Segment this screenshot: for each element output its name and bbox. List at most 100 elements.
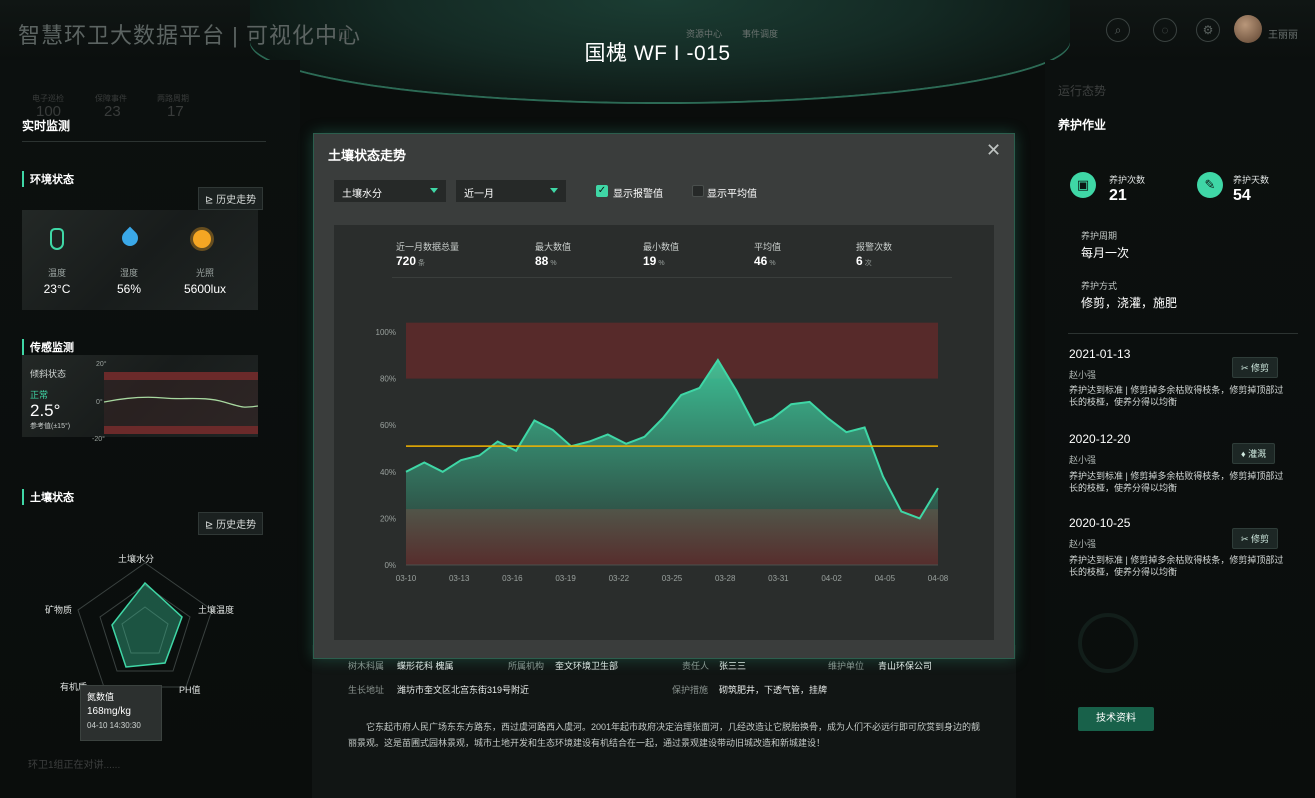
humidity-label: 湿度 [119, 268, 138, 278]
x-tick-label: 04-05 [875, 574, 896, 583]
soil-history-button[interactable]: ⊵ 历史走势 [198, 512, 264, 535]
info-key: 责任人 [682, 661, 710, 671]
info-key: 所属机构 [508, 661, 545, 671]
gear-icon[interactable]: ⚙ [1196, 18, 1220, 42]
trend-icon: ⊵ [205, 520, 217, 531]
tooltip-title: 氮数值 [87, 692, 115, 702]
x-tick-label: 03-28 [715, 574, 736, 583]
gauge-ring [1078, 613, 1138, 673]
care-record-person: 赵小强 [1069, 370, 1097, 380]
care-record-tag[interactable]: ✂ 修剪 [1232, 357, 1279, 378]
tilt-value: 2.5° [30, 401, 61, 420]
tree-description: 它东起市府人民广场东东方路东，西过虞河路西入虞河。2001年起市政府决定治理张面… [348, 722, 981, 748]
metric-select[interactable]: 土壤水分 [334, 180, 446, 202]
y-tick-label: 40% [380, 468, 396, 477]
intercom-status: 环卫1组正在对讲...... [28, 760, 121, 771]
info-value: 砌筑肥井，下透气管，挂牌 [719, 685, 828, 695]
radar-axis-label: PH值 [179, 685, 201, 695]
show-avg-checkbox[interactable] [692, 185, 704, 197]
care-method-label: 养护方式 [1081, 281, 1118, 291]
info-key: 树木科属 [348, 661, 385, 671]
operation-trend-title: 运行态势 [1058, 84, 1107, 98]
care-record-desc: 养护达到标准 | 修剪掉多余枯败得枝条，修剪掉顶部过长的枝桠，使养分得以均衡 [1069, 471, 1284, 493]
user-name: 王丽丽 [1268, 30, 1298, 41]
care-cycle-label: 养护周期 [1081, 231, 1118, 241]
humidity-value: 56% [116, 282, 142, 296]
care-record-desc: 养护达到标准 | 修剪掉多余枯败得枝条，修剪掉顶部过长的枝桠，使养分得以均衡 [1069, 555, 1284, 577]
tooltip-time: 04-10 14:30:30 [87, 721, 141, 730]
maintenance-title: 养护作业 [1058, 118, 1107, 132]
info-value: 张三三 [719, 661, 747, 671]
soil-status-title: 土壤状态 [22, 489, 74, 505]
tilt-label: 倾斜状态 [30, 369, 67, 379]
soil-trend-modal: 土壤状态走势 ✕ 土壤水分 近一月 ✓ 显示报警值 显示平均值 近一月数据总量 … [313, 133, 1015, 659]
x-tick-label: 03-13 [449, 574, 470, 583]
chevron-down-icon [430, 188, 438, 193]
x-tick-label: 03-22 [609, 574, 630, 583]
notebook-icon: ✎ [1197, 172, 1223, 198]
care-days-label: 养护天数 [1233, 175, 1270, 185]
soil-moisture-chart-box: 近一月数据总量 720 条 最大数值 88% 最小数值 19% 平均值 46% 报… [334, 225, 994, 640]
care-record-date: 2020-12-20 [1069, 432, 1131, 446]
care-tag-label: 修剪 [1251, 534, 1270, 544]
mini-stat-value: 23 [104, 103, 121, 120]
show-avg-label: 显示平均值 [707, 189, 757, 200]
tilt-status: 正常 [30, 390, 49, 400]
care-record-tag[interactable]: ♦ 灌溉 [1232, 443, 1276, 464]
tilt-sparkline [104, 372, 258, 434]
calendar-icon: ▣ [1070, 172, 1096, 198]
temperature-label: 温度 [47, 268, 66, 278]
avatar[interactable] [1234, 15, 1262, 43]
info-key: 保护措施 [672, 685, 709, 695]
y-tick-label: 100% [376, 328, 396, 337]
tech-docs-button[interactable]: 技术资料 [1078, 707, 1154, 731]
env-history-label: 历史走势 [216, 195, 257, 206]
radar-tooltip: 氮数值 168mg/kg 04-10 14:30:30 [80, 685, 162, 741]
radar-axis-label: 土壤温度 [198, 605, 235, 615]
sun-icon [193, 230, 211, 248]
tooltip-value: 168mg/kg [87, 706, 131, 717]
care-tag-label: 灌溉 [1248, 449, 1267, 459]
thermometer-icon [50, 228, 64, 250]
close-icon[interactable]: ✕ [986, 141, 1001, 159]
care-cycle-value: 每月一次 [1081, 246, 1130, 260]
sensor-y-tick: -20° [92, 436, 105, 443]
mini-stat-value: 17 [167, 103, 184, 120]
info-value: 青山环保公司 [878, 661, 933, 671]
radar-axis-label: 土壤水分 [118, 554, 155, 564]
radar-axis-label: 矿物质 [45, 605, 73, 615]
chevron-down-icon [550, 188, 558, 193]
care-days-value: 54 [1233, 187, 1251, 204]
info-value: 潍坊市奎文区北宫东街319号附近 [397, 685, 530, 695]
x-tick-label: 03-31 [768, 574, 789, 583]
y-tick-label: 0% [384, 561, 396, 570]
range-select[interactable]: 近一月 [456, 180, 566, 202]
sensor-monitor-title: 传感监测 [22, 339, 74, 355]
realtime-monitor-title: 实时监测 [22, 119, 71, 133]
x-tick-label: 03-19 [555, 574, 576, 583]
tilt-reference: 参考值(±15°) [30, 423, 71, 430]
y-tick-label: 80% [380, 375, 396, 384]
care-record-date: 2021-01-13 [1069, 347, 1131, 361]
right-panel [1045, 60, 1315, 798]
range-select-value: 近一月 [464, 189, 494, 200]
scissors-icon: ✂ [1241, 534, 1252, 544]
x-tick-label: 03-16 [502, 574, 523, 583]
divider [22, 141, 266, 142]
care-record-date: 2020-10-25 [1069, 516, 1131, 530]
y-tick-label: 20% [380, 514, 396, 523]
x-tick-label: 03-10 [396, 574, 417, 583]
search-icon[interactable]: ⌕ [1106, 18, 1130, 42]
message-icon[interactable]: ◌ [1153, 18, 1177, 42]
care-record-person: 赵小强 [1069, 539, 1097, 549]
env-status-title: 环境状态 [22, 171, 74, 187]
info-value: 蝶形花科 槐属 [397, 661, 454, 671]
care-record-tag[interactable]: ✂ 修剪 [1232, 528, 1279, 549]
info-key: 生长地址 [348, 685, 385, 695]
x-tick-label: 04-08 [928, 574, 949, 583]
y-tick-label: 60% [380, 421, 396, 430]
info-value: 奎文环境卫生部 [555, 661, 619, 671]
trend-icon: ⊵ [205, 195, 217, 206]
show-alarm-checkbox[interactable]: ✓ [596, 185, 608, 197]
env-history-button[interactable]: ⊵ 历史走势 [198, 187, 264, 210]
